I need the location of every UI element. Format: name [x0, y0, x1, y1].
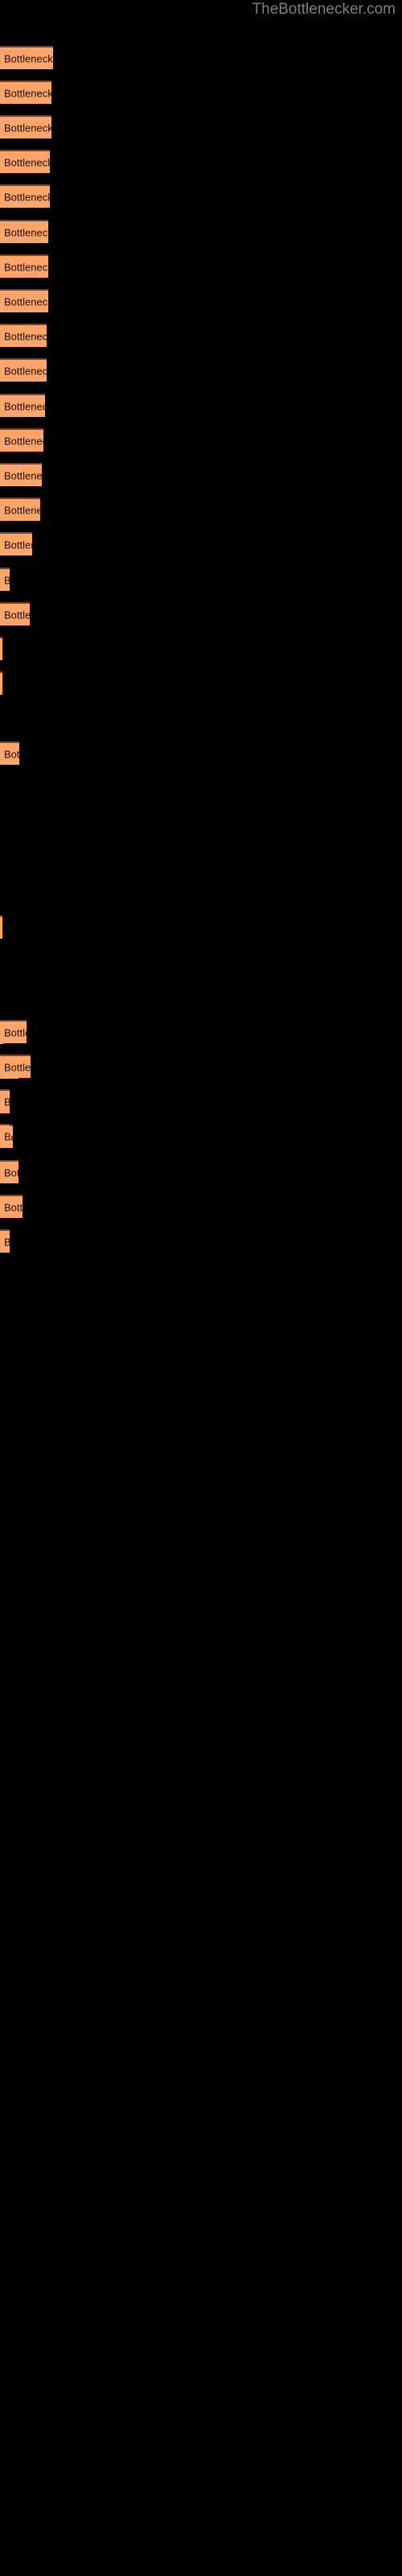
- bar-row: Bottleneck result: [0, 220, 402, 243]
- bar-label: Bottleneck result: [4, 748, 19, 760]
- bar[interactable]: Bottleneck result: [0, 220, 48, 243]
- bar-row: Bottleneck result: [0, 428, 402, 452]
- bar[interactable]: Bottleneck result: [0, 463, 42, 486]
- bar-label: Bottleneck result: [4, 1026, 27, 1038]
- bar[interactable]: Bottleneck result: [0, 80, 51, 104]
- bar[interactable]: Bottleneck result: [0, 602, 30, 625]
- bar-row: Bottleneck result: [0, 741, 402, 765]
- bar-row: Bottleneck result: [0, 394, 402, 417]
- bar-row: Bottleneck result: [0, 602, 402, 625]
- bar[interactable]: Bottleneck result: [0, 1229, 10, 1253]
- bar-row: Bottleneck result: [0, 915, 402, 939]
- bar[interactable]: Bottleneck result: [0, 741, 19, 765]
- bar-row: Bottleneck result: [0, 568, 402, 591]
- bar-row: Bottleneck result: [0, 324, 402, 347]
- bar-label: Bottleneck result: [4, 435, 43, 447]
- bar-row: Bottleneck result: [0, 532, 402, 555]
- bar-label: Bottleneck result: [4, 1131, 10, 1141]
- bar-row: Bottleneck result: [0, 80, 402, 104]
- bar-row: Bottleneck result: [0, 289, 402, 312]
- bar[interactable]: Bottleneck result: [0, 1020, 27, 1043]
- bar-label: Bottleneck result: [4, 52, 53, 64]
- bar-label: Bottleneck result: [4, 504, 40, 516]
- bar-row: Bottleneck result: [0, 254, 402, 278]
- bar-label: Bottleneck result: [4, 575, 10, 585]
- bar-row: Bottleneck result: [0, 463, 402, 486]
- bar-label: Bottleneck result: [4, 87, 51, 99]
- bar-row: Bottleneck result: [0, 46, 402, 69]
- bar-series-layer: Bottleneck result Bottleneck result Bottle…: [0, 0, 402, 2576]
- bar[interactable]: Bottleneck result: [0, 150, 50, 173]
- bar[interactable]: Bottleneck result: [0, 1055, 31, 1078]
- bar[interactable]: Bottleneck result: [0, 358, 47, 382]
- bar[interactable]: Bottleneck result: [0, 637, 2, 660]
- bar-row: Bottleneck result: [0, 497, 402, 521]
- bar[interactable]: Bottleneck result: [0, 915, 2, 939]
- bar-label: Bottleneck result: [4, 1201, 23, 1213]
- bar-row: Bottleneck result: [0, 1195, 402, 1218]
- bar-label: Bottleneck result: [4, 365, 47, 377]
- bar[interactable]: Bottleneck result: [0, 254, 48, 278]
- bar-row: Bottleneck result: [0, 671, 402, 695]
- bar-row: Bottleneck result: [0, 150, 402, 173]
- bar-label: Bottleneck result: [4, 191, 50, 203]
- bar[interactable]: Bottleneck result: [0, 568, 10, 591]
- bar-label: Bottleneck result: [4, 1096, 10, 1107]
- bar-row: Bottleneck result: [0, 358, 402, 382]
- bar-label: Bottleneck result: [4, 1236, 10, 1247]
- bar[interactable]: Bottleneck result: [0, 1089, 10, 1113]
- bar[interactable]: Bottleneck result: [0, 1160, 18, 1183]
- bar-label: Bottleneck result: [4, 122, 51, 134]
- bar-label: Bottleneck result: [4, 539, 32, 551]
- bar-row: Bottleneck result: [0, 1229, 402, 1253]
- bar[interactable]: Bottleneck result: [0, 394, 45, 417]
- bar[interactable]: Bottleneck result: [0, 428, 43, 452]
- bar-row: Bottleneck result: [0, 1089, 402, 1113]
- bar-label: Bottleneck result: [4, 156, 50, 168]
- bar-label: Bottleneck result: [4, 226, 48, 238]
- bar-label: Bottleneck result: [4, 469, 42, 481]
- bar-row: Bottleneck result: [0, 184, 402, 208]
- bar-row: Bottleneck result: [0, 115, 402, 138]
- bar[interactable]: Bottleneck result: [0, 671, 2, 695]
- bar[interactable]: Bottleneck result: [0, 184, 50, 208]
- bar[interactable]: Bottleneck result: [0, 289, 48, 312]
- bar-label: Bottleneck result: [4, 330, 47, 342]
- bar[interactable]: Bottleneck result: [0, 1124, 10, 1147]
- bar[interactable]: Bottleneck result: [0, 532, 32, 555]
- bar-row: Bottleneck result: [0, 1124, 402, 1147]
- bar[interactable]: Bottleneck result: [0, 46, 53, 69]
- bar-label: Bottleneck result: [4, 400, 45, 412]
- bar[interactable]: Bottleneck result: [0, 324, 47, 347]
- bar-label: Bottleneck result: [4, 261, 48, 273]
- bar-row: Bottleneck result: [0, 1160, 402, 1183]
- bar-chart-canvas: TheBottlenecker.com Bottleneck resultBot…: [0, 0, 402, 2576]
- bar-row: Bottleneck result: [0, 637, 402, 660]
- bar-row: Bottleneck result: [0, 1055, 402, 1078]
- bar[interactable]: Bottleneck result: [0, 497, 40, 521]
- bar-label: Bottleneck result: [4, 1061, 31, 1073]
- bar-label: Bottleneck result: [4, 1166, 18, 1179]
- bar-label: Bottleneck result: [4, 295, 48, 308]
- bar[interactable]: Bottleneck result: [0, 115, 51, 138]
- bar-label: Bottleneck result: [4, 609, 30, 621]
- bar[interactable]: Bottleneck result: [0, 1195, 23, 1218]
- bar-row: Bottleneck result: [0, 1020, 402, 1043]
